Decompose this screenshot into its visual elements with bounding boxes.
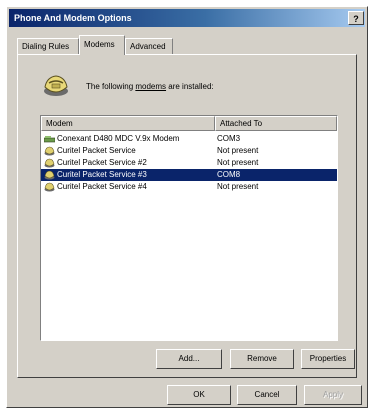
modem-name: Curitel Packet Service	[57, 146, 136, 155]
attached-port: Not present	[217, 182, 259, 191]
tab-dialing-rules[interactable]: Dialing Rules	[17, 38, 79, 54]
help-button[interactable]: ?	[348, 11, 364, 25]
phone-and-modem-options-dialog: Phone And Modem Options ? Dialing Rules …	[6, 6, 368, 408]
header-caption: The following modems are installed:	[86, 82, 214, 91]
header-text-accesskey: modems	[135, 82, 167, 91]
cancel-button[interactable]: Cancel	[237, 385, 297, 405]
apply-button: Apply	[304, 385, 362, 405]
add-button[interactable]: Add...	[156, 349, 222, 369]
column-header-attached-to[interactable]: Attached To	[215, 116, 337, 131]
list-item-selected[interactable]: Curitel Packet Service #3 COM8	[41, 169, 337, 181]
tab-modems[interactable]: Modems	[79, 35, 125, 55]
remove-button[interactable]: Remove	[230, 349, 294, 369]
column-header-modem[interactable]: Modem	[41, 116, 215, 131]
list-item[interactable]: Curitel Packet Service Not present	[41, 145, 337, 157]
modem-header-icon	[41, 69, 71, 101]
attached-port: COM3	[217, 134, 241, 143]
header-text-suffix: are installed:	[166, 82, 214, 91]
tab-advanced[interactable]: Advanced	[125, 38, 173, 54]
modems-tab-panel: The following modems are installed: Mode…	[17, 54, 357, 378]
modem-name: Curitel Packet Service #3	[57, 170, 147, 179]
attached-port: Not present	[217, 146, 259, 155]
list-item[interactable]: Curitel Packet Service #4 Not present	[41, 181, 337, 193]
attached-port: COM8	[217, 170, 241, 179]
modem-name: Conexant D480 MDC V.9x Modem	[57, 134, 180, 143]
list-item[interactable]: Conexant D480 MDC V.9x Modem COM3	[41, 133, 337, 145]
title-bar[interactable]: Phone And Modem Options ?	[9, 9, 365, 27]
header-text-prefix: The following	[86, 82, 136, 91]
ok-button[interactable]: OK	[167, 385, 231, 405]
window-title: Phone And Modem Options	[14, 13, 132, 23]
modem-name: Curitel Packet Service #2	[57, 158, 147, 167]
phone-icon	[44, 182, 55, 196]
properties-button[interactable]: Properties	[301, 349, 355, 369]
modem-list[interactable]: Modem Attached To Conexant D480 MDC V.9x…	[40, 115, 338, 341]
attached-port: Not present	[217, 158, 259, 167]
modem-name: Curitel Packet Service #4	[57, 182, 147, 191]
list-item[interactable]: Curitel Packet Service #2 Not present	[41, 157, 337, 169]
